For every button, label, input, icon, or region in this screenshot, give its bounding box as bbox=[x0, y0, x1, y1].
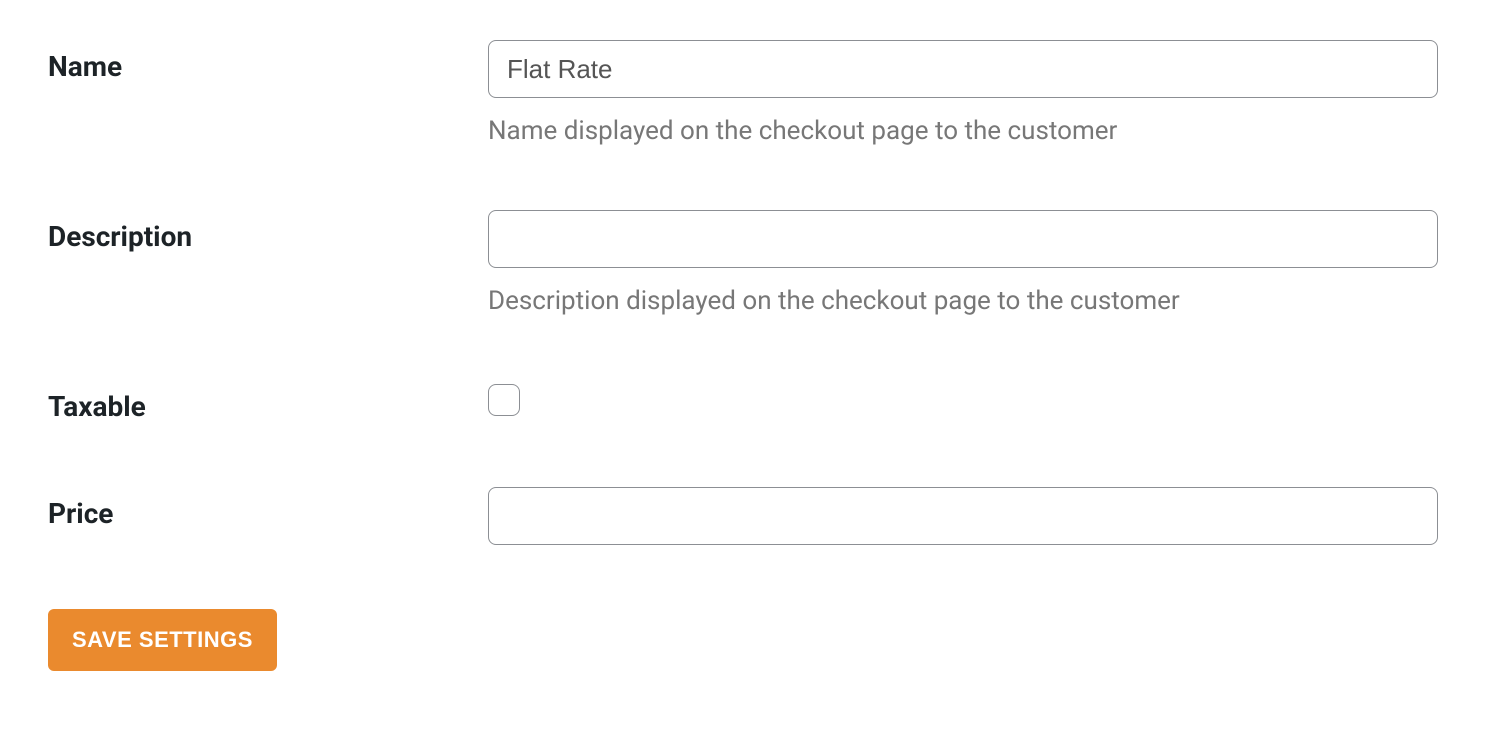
name-label: Name bbox=[48, 50, 122, 83]
price-field-col bbox=[488, 487, 1438, 545]
taxable-field-col bbox=[488, 380, 1438, 420]
price-label-col: Price bbox=[48, 487, 488, 530]
description-label: Description bbox=[48, 220, 192, 253]
price-row: Price bbox=[48, 487, 1438, 545]
description-row: Description Description displayed on the… bbox=[48, 210, 1438, 316]
description-field-col: Description displayed on the checkout pa… bbox=[488, 210, 1438, 316]
name-field-col: Name displayed on the checkout page to t… bbox=[488, 40, 1438, 146]
taxable-row: Taxable bbox=[48, 380, 1438, 423]
taxable-checkbox[interactable] bbox=[488, 384, 520, 416]
name-row: Name Name displayed on the checkout page… bbox=[48, 40, 1438, 146]
name-label-col: Name bbox=[48, 40, 488, 83]
taxable-label-col: Taxable bbox=[48, 380, 488, 423]
save-settings-button[interactable]: SAVE SETTINGS bbox=[48, 609, 277, 671]
name-helper-text: Name displayed on the checkout page to t… bbox=[488, 116, 1438, 146]
name-input[interactable] bbox=[488, 40, 1438, 98]
taxable-label: Taxable bbox=[48, 390, 146, 423]
button-row: SAVE SETTINGS bbox=[48, 609, 1438, 671]
description-helper-text: Description displayed on the checkout pa… bbox=[488, 286, 1438, 316]
price-label: Price bbox=[48, 497, 113, 530]
price-input[interactable] bbox=[488, 487, 1438, 545]
description-label-col: Description bbox=[48, 210, 488, 253]
description-input[interactable] bbox=[488, 210, 1438, 268]
